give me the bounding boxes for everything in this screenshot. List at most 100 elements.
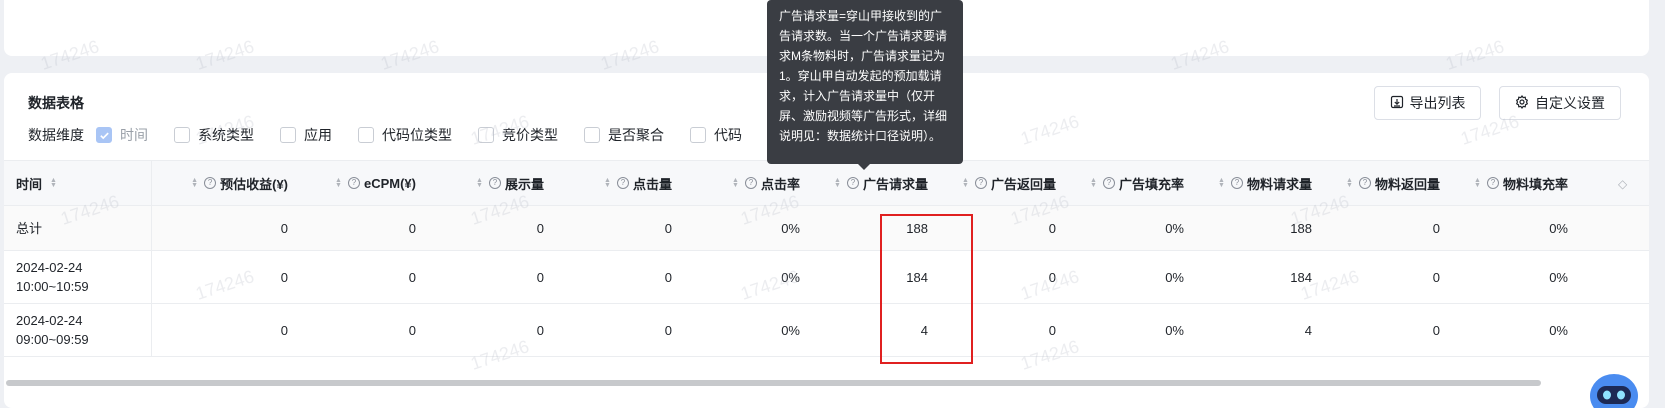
help-icon[interactable]: ? [347, 177, 360, 189]
help-icon[interactable]: ? [974, 177, 987, 189]
table-row: 2024-02-24 09:00~09:59 0 0 0 0 0% 4 0 0%… [4, 304, 1649, 357]
cell-value: 0 [1048, 322, 1056, 338]
help-icon[interactable]: ? [616, 177, 629, 189]
dimension-filters: 数据维度 时间 系统类型 应用 代码位类型 竞价类型 是否聚合 代码 [28, 125, 768, 145]
cell-value: 0 [664, 269, 672, 285]
col-header-impressions[interactable]: ▲ ▼? 展示量 [416, 174, 544, 193]
export-list-label: 导出列表 [1409, 95, 1466, 111]
cell-value: 0% [1549, 269, 1568, 285]
more-columns-indicator: ◇ [1618, 177, 1628, 191]
checkbox-icon [280, 127, 296, 143]
cell-value: 4 [920, 322, 928, 338]
tooltip-arrow [858, 164, 870, 170]
cell-value: 0% [781, 322, 800, 338]
custom-settings-button[interactable]: 自定义设置 [1499, 86, 1621, 120]
cell-time: 2024-02-24 10:00~10:59 [4, 251, 152, 303]
checkbox-icon [690, 127, 706, 143]
help-icon[interactable]: ? [846, 177, 859, 189]
sort-icon[interactable]: ▲ ▼ [476, 177, 483, 189]
sort-icon[interactable]: ▲ ▼ [1218, 177, 1225, 189]
table-row: 2024-02-24 10:00~10:59 0 0 0 0 0% 184 0 … [4, 251, 1649, 304]
dimension-label: 数据维度 [28, 127, 84, 143]
cell-value: 0 [280, 322, 288, 338]
sort-icon[interactable]: ▲ ▼ [834, 177, 841, 189]
cell-value: 188 [1290, 220, 1312, 236]
col-header-ad-returns[interactable]: ▲ ▼? 广告返回量 [928, 174, 1056, 193]
help-icon[interactable]: ? [744, 177, 757, 189]
checkbox-icon [358, 127, 374, 143]
col-header-revenue[interactable]: ▲ ▼? 预估收益(¥) [152, 174, 288, 193]
help-icon[interactable]: ? [1486, 177, 1499, 189]
help-icon[interactable]: ? [1230, 177, 1243, 189]
checkbox-icon [584, 127, 600, 143]
cell-time: 2024-02-24 09:00~09:59 [4, 304, 152, 356]
cell-value: 0% [1549, 322, 1568, 338]
cell-time: 总计 [4, 206, 152, 250]
col-header-ctr[interactable]: ▲ ▼? 点击率 [672, 174, 800, 193]
section-title: 数据表格 [28, 95, 84, 111]
data-table: 时间 ▲ ▼ ▲ ▼? 预估收益(¥) ▲ ▼? eCPM(¥) ▲ ▼? 展示量 ▲ ▼? 点击… [4, 160, 1649, 357]
col-header-clicks[interactable]: ▲ ▼? 点击量 [544, 174, 672, 193]
cell-value: 0% [1549, 220, 1568, 236]
cell-value: 0 [536, 220, 544, 236]
sort-icon[interactable]: ▲ ▼ [50, 177, 57, 189]
checkbox-icon [478, 127, 494, 143]
col-header-ecpm[interactable]: ▲ ▼? eCPM(¥) [288, 176, 416, 191]
col-header-time[interactable]: 时间 ▲ ▼ [4, 161, 152, 205]
sort-icon[interactable]: ▲ ▼ [962, 177, 969, 189]
export-icon [1390, 95, 1404, 112]
sort-icon[interactable]: ▲ ▼ [1474, 177, 1481, 189]
cell-value: 0 [408, 269, 416, 285]
cell-value: 0% [781, 220, 800, 236]
sort-icon[interactable]: ▲ ▼ [335, 177, 342, 189]
help-icon[interactable]: ? [204, 177, 217, 189]
cell-value: 0 [1048, 269, 1056, 285]
dim-checkbox-time[interactable]: 时间 [96, 125, 148, 145]
cell-value: 0 [1048, 220, 1056, 236]
gear-icon [1515, 94, 1529, 112]
scrollbar-thumb[interactable] [6, 380, 1541, 386]
cell-value: 0% [781, 269, 800, 285]
cell-value: 0 [536, 269, 544, 285]
sort-icon[interactable]: ▲ ▼ [604, 177, 611, 189]
dim-checkbox-slot-type[interactable]: 代码位类型 [358, 125, 452, 145]
sort-icon[interactable]: ▲ ▼ [1346, 177, 1353, 189]
checkbox-icon [174, 127, 190, 143]
sort-icon[interactable]: ▲ ▼ [1090, 177, 1097, 189]
col-header-material-requests[interactable]: ▲ ▼? 物料请求量 [1184, 174, 1312, 193]
dim-checkbox-aggregated[interactable]: 是否聚合 [584, 125, 664, 145]
cell-value: 0 [1432, 220, 1440, 236]
export-list-button[interactable]: 导出列表 [1374, 86, 1481, 120]
cell-value: 184 [1290, 269, 1312, 285]
dim-checkbox-system-type[interactable]: 系统类型 [174, 125, 254, 145]
cell-value: 0 [408, 220, 416, 236]
help-icon[interactable]: ? [1358, 177, 1371, 189]
cell-value: 0% [1165, 322, 1184, 338]
help-icon[interactable]: ? [1102, 177, 1115, 189]
cell-value: 0 [1432, 322, 1440, 338]
dim-checkbox-app[interactable]: 应用 [280, 125, 332, 145]
col-header-ad-requests[interactable]: ▲ ▼? 广告请求量 [800, 174, 928, 193]
cell-value: 188 [906, 220, 928, 236]
cell-value: 184 [906, 269, 928, 285]
cell-value: 0 [408, 322, 416, 338]
cell-value: 0 [280, 220, 288, 236]
cell-value: 0 [280, 269, 288, 285]
col-header-ad-fill-rate[interactable]: ▲ ▼? 广告填充率 [1056, 174, 1184, 193]
cell-value: 0 [536, 322, 544, 338]
col-header-material-fill-rate[interactable]: ▲ ▼? 物料填充率 [1440, 174, 1568, 193]
assistant-robot-icon[interactable] [1588, 370, 1640, 408]
table-header: 时间 ▲ ▼ ▲ ▼? 预估收益(¥) ▲ ▼? eCPM(¥) ▲ ▼? 展示量 ▲ ▼? 点击… [4, 160, 1649, 206]
dim-checkbox-bid-type[interactable]: 竞价类型 [478, 125, 558, 145]
checkbox-checked-icon [96, 127, 112, 143]
col-header-material-returns[interactable]: ▲ ▼? 物料返回量 [1312, 174, 1440, 193]
dim-checkbox-code[interactable]: 代码 [690, 125, 742, 145]
help-icon[interactable]: ? [488, 177, 501, 189]
custom-settings-label: 自定义设置 [1535, 95, 1605, 111]
table-row: 总计 0 0 0 0 0% 188 0 0% 188 0 0% [4, 206, 1649, 251]
sort-icon[interactable]: ▲ ▼ [732, 177, 739, 189]
ad-requests-tooltip: 广告请求量=穿山甲接收到的广告请求数。当一个广告请求要请求M条物料时，广告请求量… [767, 0, 963, 164]
cell-value: 0 [1432, 269, 1440, 285]
sort-icon[interactable]: ▲ ▼ [191, 177, 198, 189]
cell-value: 0% [1165, 269, 1184, 285]
